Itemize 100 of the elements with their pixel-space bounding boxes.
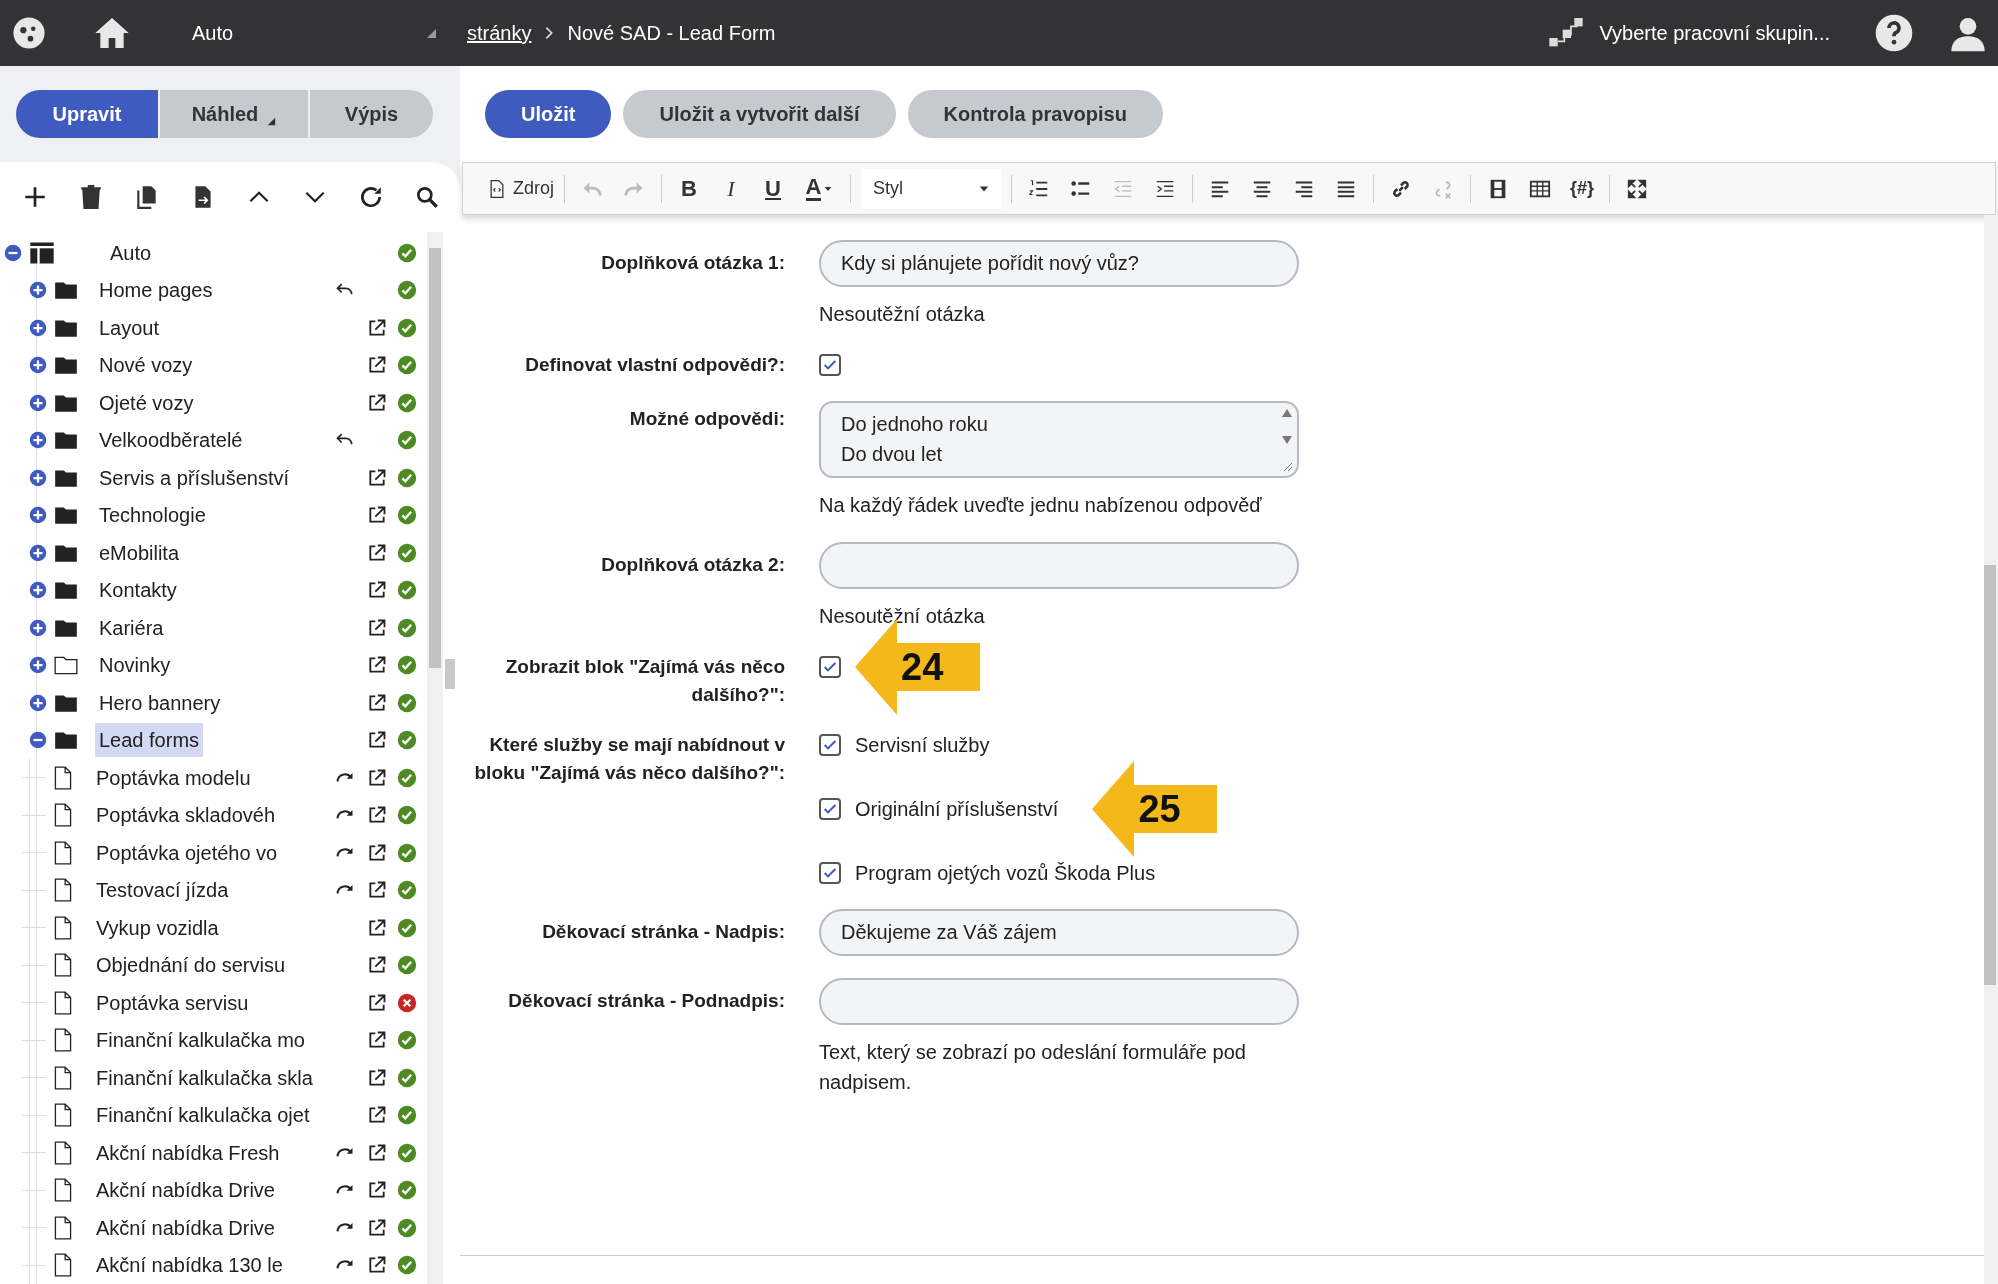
external-link-icon[interactable] — [367, 1180, 387, 1201]
tree-item[interactable]: Finanční kalkulačka ojet — [92, 1098, 314, 1133]
secondary-button[interactable]: Kontrola pravopisu — [907, 90, 1163, 138]
tree-item[interactable]: Velkoodběratelé — [95, 423, 247, 458]
text-color-button[interactable]: A — [794, 168, 844, 209]
scrollbar[interactable] — [1984, 215, 1998, 1284]
checkbox[interactable] — [819, 734, 841, 756]
add-icon[interactable] — [22, 184, 48, 210]
expand-icon[interactable] — [29, 318, 47, 337]
bold-button[interactable]: B — [668, 168, 710, 209]
resize-grip-icon[interactable] — [1281, 460, 1293, 472]
input-field[interactable] — [819, 542, 1299, 589]
tree-item[interactable]: eMobilita — [95, 535, 184, 570]
expand-icon[interactable] — [29, 281, 47, 300]
input-field[interactable]: Kdy si plánujete pořídit nový vůz? — [819, 240, 1299, 287]
tree-item[interactable]: Novinky — [95, 648, 175, 683]
external-link-icon[interactable] — [367, 1067, 387, 1088]
tree-item[interactable]: Auto — [106, 235, 156, 270]
external-link-icon[interactable] — [367, 992, 387, 1013]
tree-item[interactable]: Servis a příslušenství — [95, 460, 294, 495]
checkbox[interactable] — [819, 656, 841, 678]
text-area[interactable]: Do jednoho roku Do dvou let — [819, 401, 1299, 478]
input-field[interactable]: Děkujeme za Váš zájem — [819, 909, 1299, 956]
tree-item[interactable]: Akční nabídka Drive — [92, 1210, 279, 1245]
workgroup-selector[interactable]: Vyberte pracovní skupin... — [1599, 18, 1830, 48]
external-link-icon[interactable] — [367, 842, 387, 863]
external-link-icon[interactable] — [367, 730, 387, 751]
tree-item[interactable]: Akční nabídka Fresh — [92, 1135, 284, 1170]
external-link-icon[interactable] — [367, 655, 387, 676]
external-link-icon[interactable] — [367, 955, 387, 976]
external-link-icon[interactable] — [367, 767, 387, 788]
tab[interactable]: Upravit — [16, 90, 158, 138]
checkbox-label[interactable]: Program ojetých vozů Škoda Plus — [855, 858, 1156, 888]
expand-icon[interactable] — [29, 393, 47, 412]
external-link-icon[interactable] — [367, 467, 387, 488]
breadcrumb-link[interactable]: stránky — [467, 18, 532, 48]
underline-button[interactable]: U — [752, 168, 794, 209]
tree-item[interactable]: Poptávka servisu — [92, 985, 253, 1020]
external-link-icon[interactable] — [367, 617, 387, 638]
expand-icon[interactable] — [29, 543, 47, 562]
external-link-icon[interactable] — [367, 355, 387, 376]
external-link-icon[interactable] — [367, 805, 387, 826]
tree-item[interactable]: Poptávka modelu — [92, 760, 255, 795]
external-link-icon[interactable] — [367, 917, 387, 938]
external-link-icon[interactable] — [367, 880, 387, 901]
external-link-icon[interactable] — [367, 542, 387, 563]
panel-resize-handle[interactable] — [445, 659, 455, 689]
checkbox[interactable] — [819, 798, 841, 820]
scroll-down-icon[interactable] — [1280, 433, 1294, 446]
style-dropdown[interactable]: Styl — [861, 168, 1001, 209]
external-link-icon[interactable] — [367, 1142, 387, 1163]
external-link-icon[interactable] — [367, 392, 387, 413]
site-dropdown[interactable]: Auto — [192, 13, 437, 53]
collapse-icon[interactable] — [29, 731, 47, 750]
tree-item[interactable]: Testovací jízda — [92, 873, 233, 908]
tree-item[interactable]: Poptávka ojetého vo — [92, 835, 282, 870]
tab[interactable]: Výpis — [310, 90, 433, 138]
tree-item[interactable]: Finanční kalkulačka skla — [92, 1060, 317, 1095]
checkbox-label[interactable]: Servisní služby — [855, 730, 990, 760]
input-field[interactable] — [819, 978, 1299, 1025]
tree-item[interactable]: Akční nabídka Drive — [92, 1173, 279, 1208]
tree-item[interactable]: Technologie — [95, 498, 210, 533]
italic-button[interactable]: I — [710, 168, 752, 209]
external-link-icon[interactable] — [367, 1217, 387, 1238]
tree-item[interactable]: Hero bannery — [95, 685, 225, 720]
external-link-icon[interactable] — [367, 580, 387, 601]
external-link-icon[interactable] — [367, 1105, 387, 1126]
save-button[interactable]: Uložit — [485, 90, 612, 138]
tree-item[interactable]: Home pages — [95, 273, 217, 308]
refresh-icon[interactable] — [358, 184, 384, 210]
placeholder-button[interactable]: {#} — [1561, 168, 1603, 209]
tree-item[interactable]: Layout — [95, 310, 164, 345]
collapse-icon[interactable] — [4, 243, 22, 262]
checkbox[interactable] — [819, 354, 841, 376]
tree-item[interactable]: Finanční kalkulačka mo — [92, 1023, 309, 1058]
expand-icon[interactable] — [29, 468, 47, 487]
checkbox-label[interactable]: Originální příslušenství — [855, 794, 1059, 824]
checkbox[interactable] — [819, 862, 841, 884]
help-icon[interactable] — [1874, 13, 1914, 53]
expand-icon[interactable] — [29, 431, 47, 450]
tree-item[interactable]: Poptávka skladovéh — [92, 798, 279, 833]
tree-item[interactable]: Kontakty — [95, 573, 181, 608]
scrollbar[interactable] — [427, 232, 443, 1284]
search-icon[interactable] — [414, 184, 440, 210]
external-link-icon[interactable] — [367, 1030, 387, 1051]
tree-item[interactable]: Vykup vozidla — [92, 910, 223, 945]
tree-item[interactable]: Kariéra — [95, 610, 168, 645]
tree-item[interactable]: Ojeté vozy — [95, 385, 198, 420]
tree-item[interactable]: Akční nabídka 130 le — [92, 1248, 287, 1283]
external-link-icon[interactable] — [367, 692, 387, 713]
logo-icon[interactable] — [12, 16, 46, 50]
delete-icon[interactable] — [78, 184, 104, 210]
scroll-up-icon[interactable] — [1280, 407, 1294, 419]
tree-item[interactable]: Nové vozy — [95, 348, 197, 383]
expand-icon[interactable] — [29, 356, 47, 375]
source-button[interactable]: Zdroj — [483, 168, 558, 209]
expand-icon[interactable] — [29, 506, 47, 525]
external-link-icon[interactable] — [367, 1255, 387, 1276]
expand-icon[interactable] — [29, 581, 47, 600]
tree-item[interactable]: Lead forms — [95, 723, 204, 758]
